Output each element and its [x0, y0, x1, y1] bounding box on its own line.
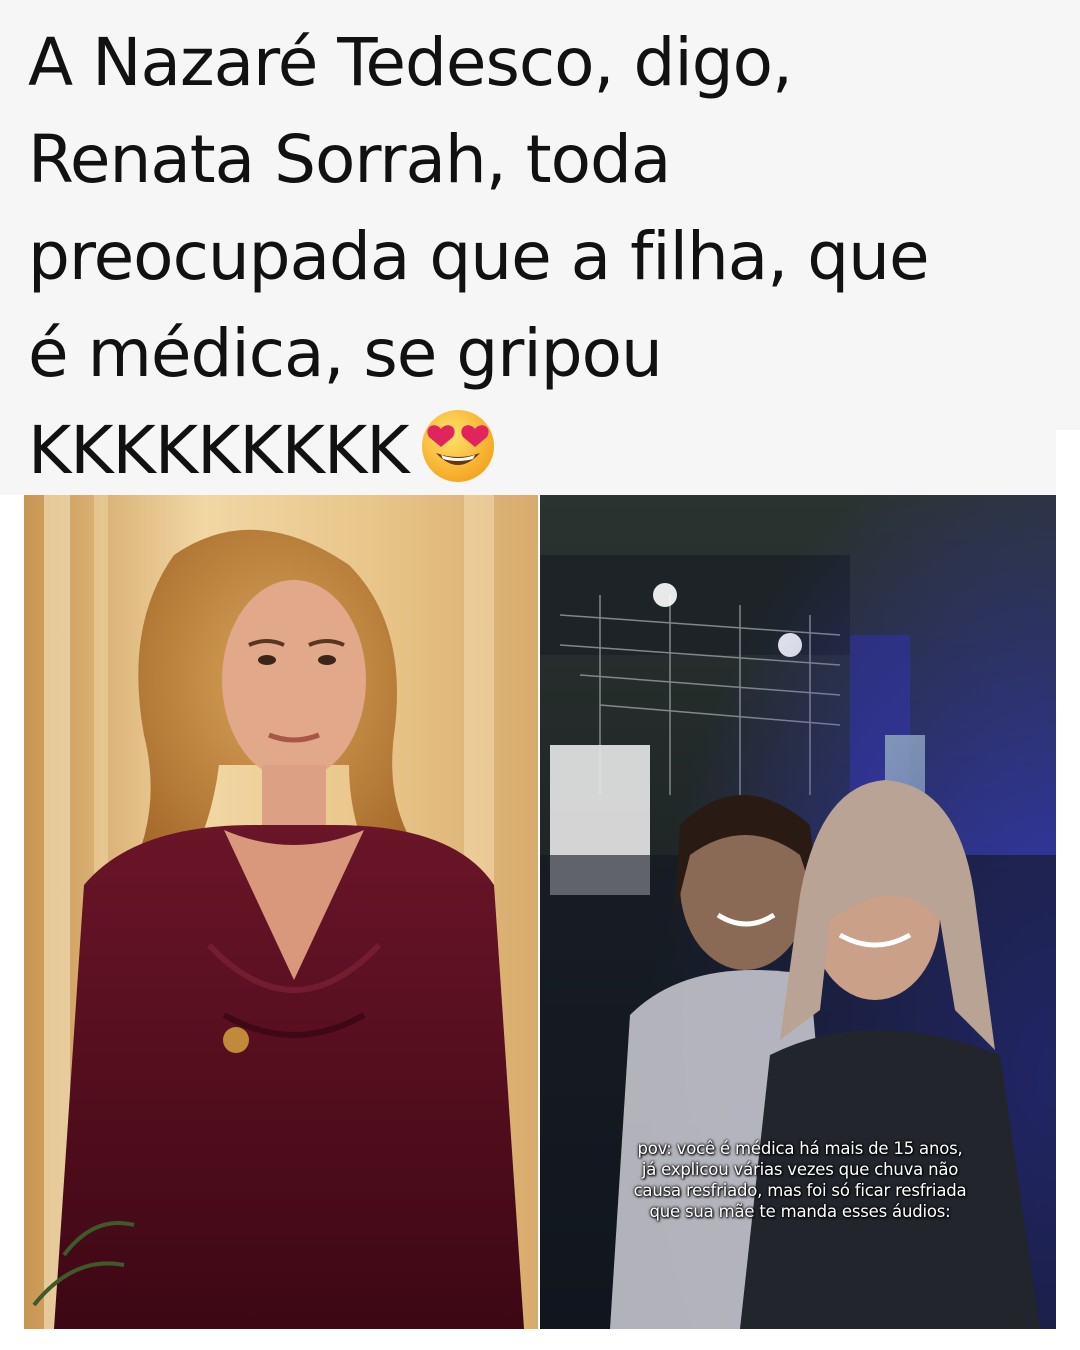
headline-laugh-text: KKKKKKKKK	[28, 412, 410, 489]
caption-line: que sua mãe te manda esses áudios:	[649, 1202, 951, 1221]
caption-line: pov: você é médica há mais de 15 anos,	[637, 1139, 963, 1158]
woman-in-burgundy-velvet-dress-photo	[24, 495, 538, 1329]
heart-eyes-emoji-icon	[419, 407, 497, 485]
two-women-at-concert-photo: pov: você é médica há mais de 15 anos, j…	[540, 495, 1056, 1329]
caption-line: causa resfriado, mas foi só ficar resfri…	[633, 1181, 967, 1200]
meme-post: A Nazaré Tedesco, digo, Renata Sorrah, t…	[0, 0, 1080, 1350]
headline-line: preocupada que a filha, que	[28, 218, 930, 295]
right-margin	[1056, 430, 1080, 1350]
caption-line: já explicou várias vezes que chuva não	[641, 1160, 959, 1179]
headline-line: é médica, se gripou	[28, 315, 663, 392]
headline-line: A Nazaré Tedesco, digo,	[28, 24, 793, 101]
video-caption: pov: você é médica há mais de 15 anos, j…	[564, 1138, 1036, 1222]
headline-last-line: KKKKKKKKK	[28, 402, 1058, 499]
left-photo-drawing	[24, 495, 538, 1329]
headline-line: Renata Sorrah, toda	[28, 121, 671, 198]
headline-area: A Nazaré Tedesco, digo, Renata Sorrah, t…	[0, 0, 1080, 495]
headline-text: A Nazaré Tedesco, digo, Renata Sorrah, t…	[28, 14, 1058, 499]
